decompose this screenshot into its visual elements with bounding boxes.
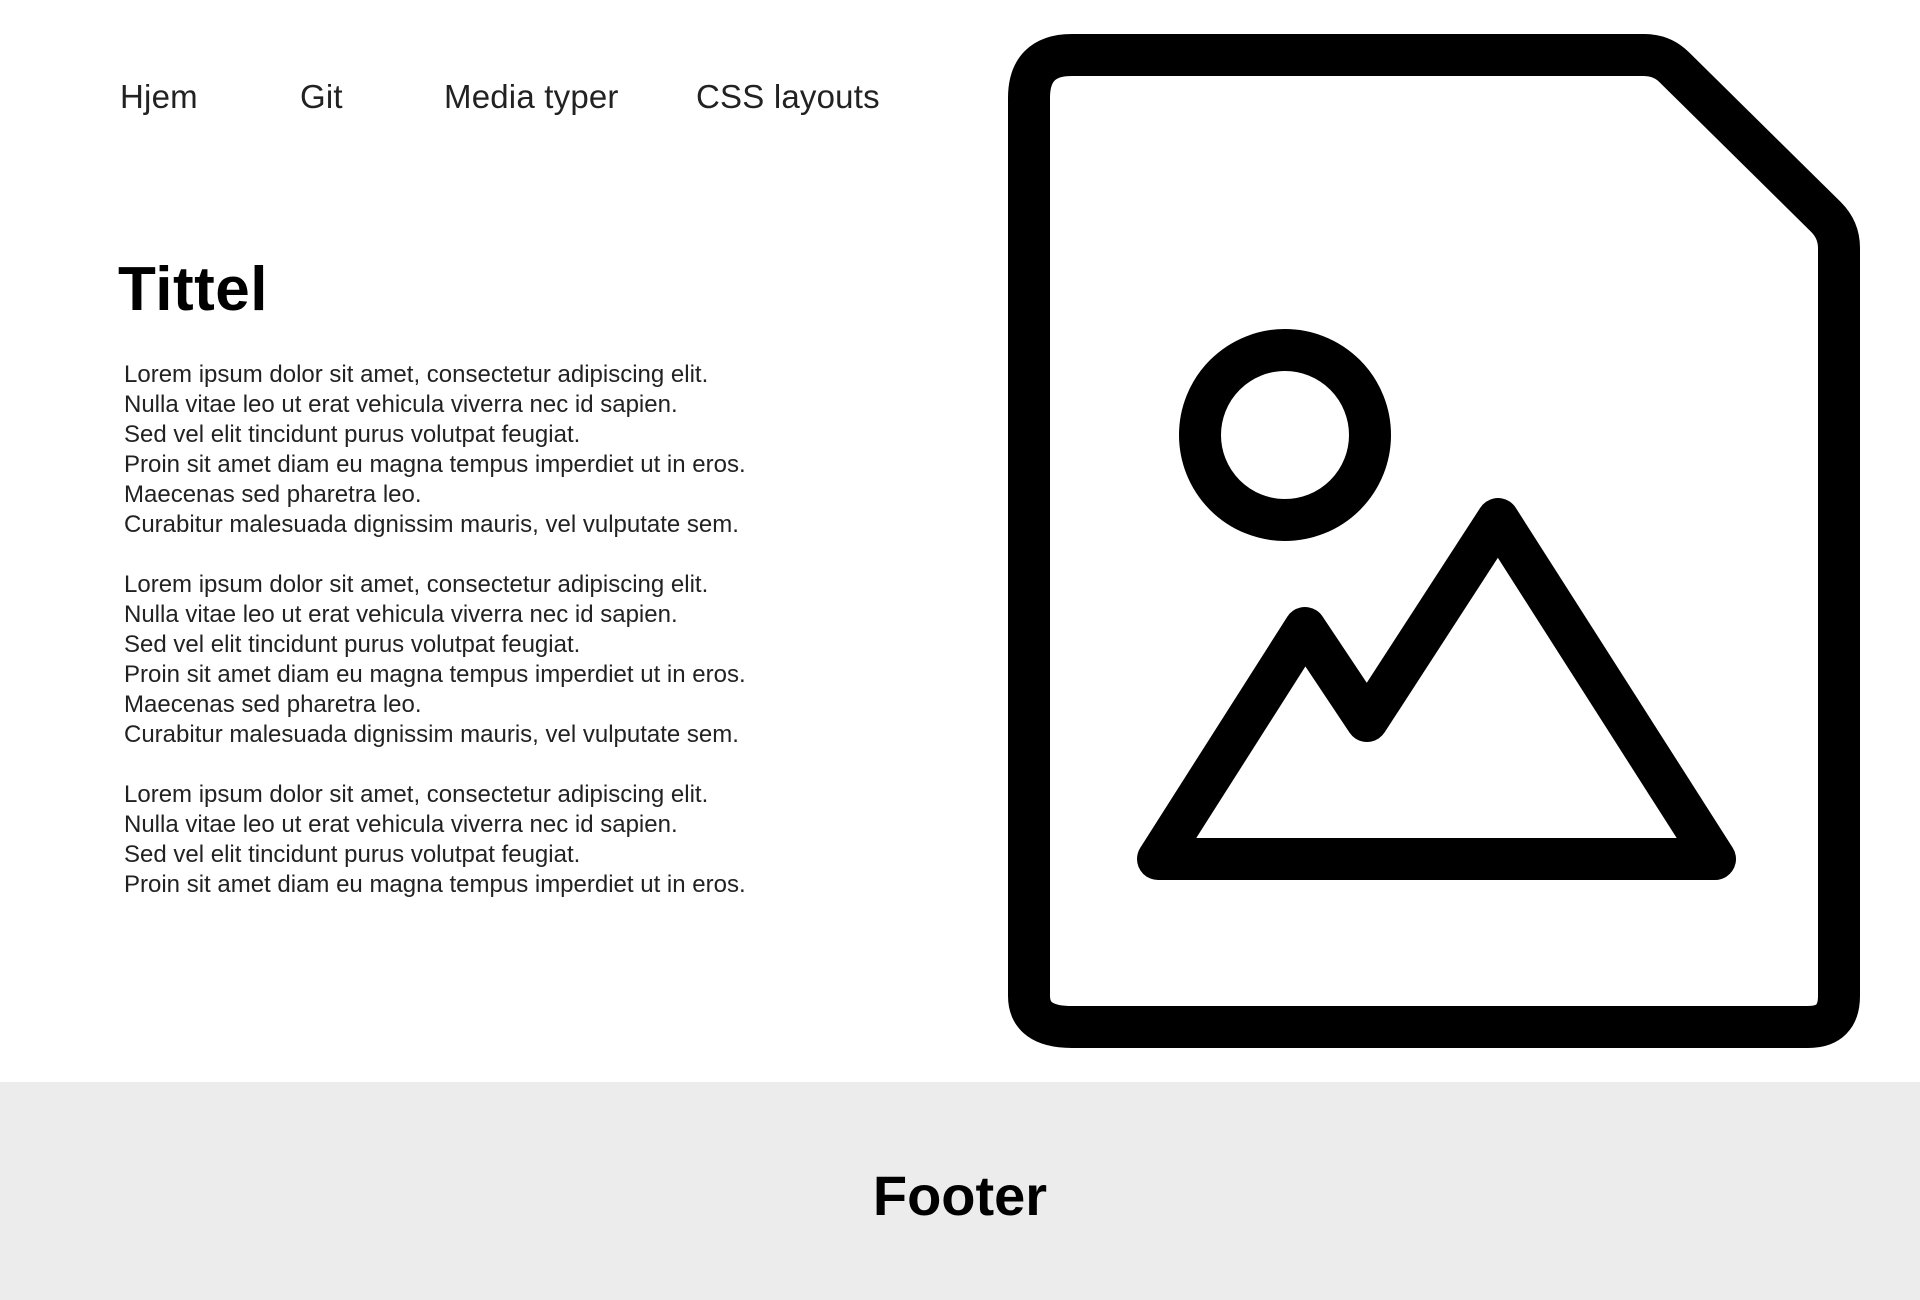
paragraph-line: Lorem ipsum dolor sit amet, consectetur …	[124, 361, 709, 388]
nav-item-hjem[interactable]: Hjem	[120, 78, 198, 116]
paragraph-line: Curabitur malesuada dignissim mauris, ve…	[124, 721, 739, 748]
page-title: Tittel	[118, 255, 268, 324]
paragraph-line: Nulla vitae leo ut erat vehicula viverra…	[124, 811, 678, 838]
paragraph-line: Maecenas sed pharetra leo.	[124, 691, 422, 718]
paragraph-line: Nulla vitae leo ut erat vehicula viverra…	[124, 601, 678, 628]
paragraph: Lorem ipsum dolor sit amet, consectetur …	[124, 360, 844, 540]
paragraph: Lorem ipsum dolor sit amet, consectetur …	[124, 570, 844, 750]
text-content: Lorem ipsum dolor sit amet, consectetur …	[124, 360, 844, 930]
paragraph-line: Sed vel elit tincidunt purus volutpat fe…	[124, 631, 581, 658]
footer-title: Footer	[872, 1164, 1048, 1227]
paragraph-line: Sed vel elit tincidunt purus volutpat fe…	[124, 421, 581, 448]
nav-item-git[interactable]: Git	[300, 78, 343, 116]
paragraph-line: Proin sit amet diam eu magna tempus impe…	[124, 661, 746, 688]
paragraph: Lorem ipsum dolor sit amet, consectetur …	[124, 780, 844, 900]
file-outline	[1008, 34, 1860, 1048]
paragraph-line: Nulla vitae leo ut erat vehicula viverra…	[124, 391, 678, 418]
image-placeholder-icon	[1008, 34, 1860, 1048]
paragraph-line: Lorem ipsum dolor sit amet, consectetur …	[124, 571, 709, 598]
paragraph-line: Proin sit amet diam eu magna tempus impe…	[124, 871, 746, 898]
sun-circle	[1179, 329, 1391, 541]
paragraph-line: Maecenas sed pharetra leo.	[124, 481, 422, 508]
paragraph-line: Curabitur malesuada dignissim mauris, ve…	[124, 511, 739, 538]
paragraph-line: Lorem ipsum dolor sit amet, consectetur …	[124, 781, 709, 808]
page: Hjem Git Media typer CSS layouts Tittel …	[0, 0, 1920, 1300]
nav-item-css-layouts[interactable]: CSS layouts	[696, 78, 880, 116]
mountains	[1137, 498, 1736, 880]
footer: Footer	[0, 1082, 1920, 1300]
paragraph-line: Sed vel elit tincidunt purus volutpat fe…	[124, 841, 581, 868]
nav-item-media-typer[interactable]: Media typer	[444, 78, 619, 116]
paragraph-line: Proin sit amet diam eu magna tempus impe…	[124, 451, 746, 478]
